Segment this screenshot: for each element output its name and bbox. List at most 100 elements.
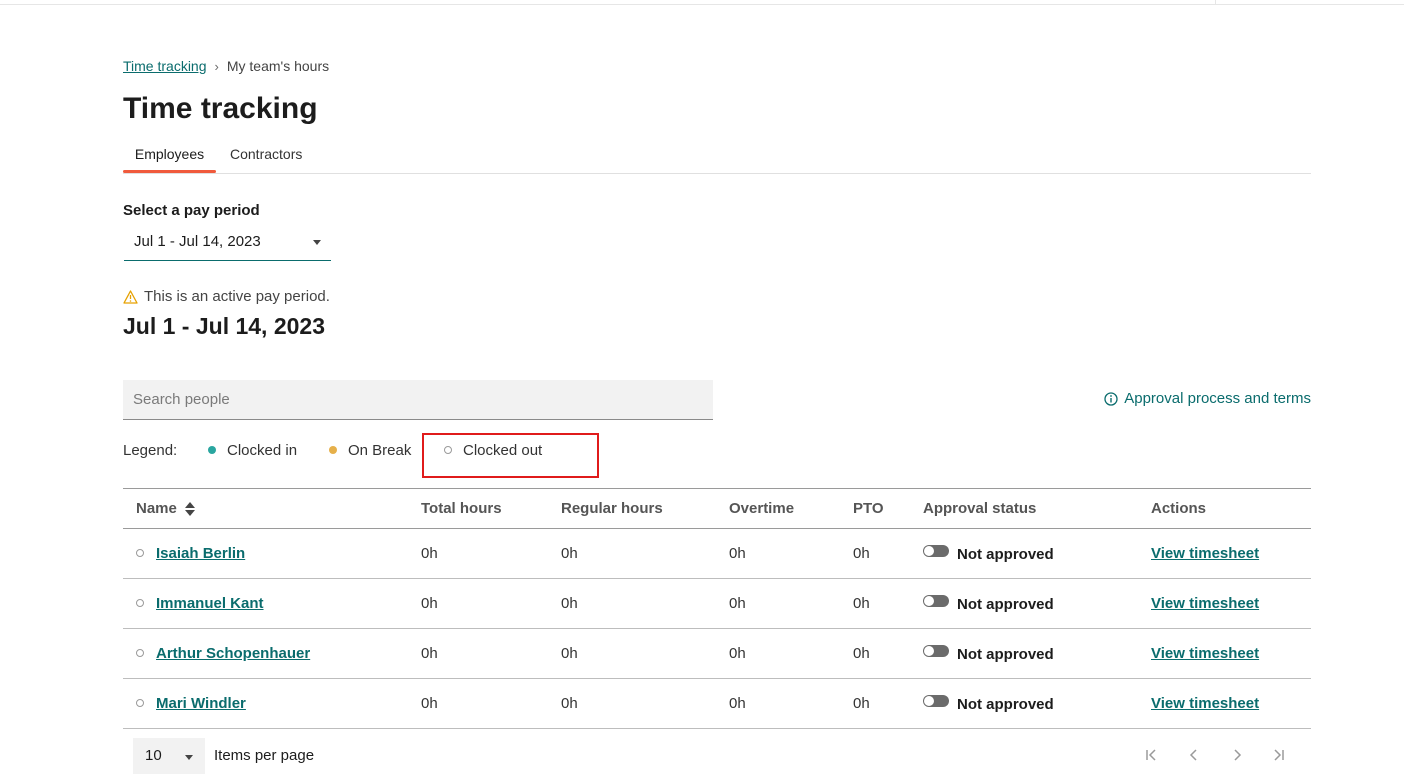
column-header-actions: Actions [1151,488,1311,529]
table-row: Mari Windler 0h 0h 0h 0h Not approved Vi… [123,678,1311,729]
regular-hours-cell: 0h [561,678,729,729]
regular-hours-cell: 0h [561,628,729,679]
items-per-page-label: Items per page [214,747,315,764]
total-hours-cell: 0h [421,628,561,679]
view-timesheet-link[interactable]: View timesheet [1151,695,1259,712]
column-header-pto: PTO [853,488,923,529]
actions-cell: View timesheet [1151,678,1311,729]
legend-label: Legend: [123,442,178,459]
view-timesheet-link[interactable]: View timesheet [1151,545,1259,562]
name-cell: Arthur Schopenhauer [123,628,421,679]
approval-toggle[interactable] [923,644,949,657]
caret-down-icon [313,240,321,245]
caret-down-icon [185,755,193,760]
employee-name-link[interactable]: Isaiah Berlin [156,545,245,562]
highlight-box [422,433,599,478]
view-timesheet-link[interactable]: View timesheet [1151,645,1259,662]
employee-name-link[interactable]: Immanuel Kant [156,595,264,612]
tab-contractors-label: Contractors [230,146,303,162]
table-row: Immanuel Kant 0h 0h 0h 0h Not approved V… [123,578,1311,629]
approval-toggle[interactable] [923,594,949,607]
approval-cell: Not approved [923,578,1151,629]
approval-process-link[interactable]: Approval process and terms [1104,390,1311,407]
column-header-overtime: Overtime [729,488,853,529]
clocked-out-dot-icon [136,649,144,657]
first-page-icon[interactable] [1144,748,1158,767]
name-cell: Isaiah Berlin [123,528,421,579]
breadcrumb: Time tracking › My team's hours [123,58,329,74]
page-title: Time tracking [123,92,318,125]
pagination-bar: 10 Items per page [123,738,1311,774]
last-page-icon[interactable] [1272,748,1286,767]
pto-cell: 0h [853,578,923,629]
column-header-approval-status: Approval status [923,488,1151,529]
employee-name-link[interactable]: Arthur Schopenhauer [156,645,310,662]
approval-status-text: Not approved [957,695,1054,713]
overtime-cell: 0h [729,628,853,679]
regular-hours-cell: 0h [561,528,729,579]
approval-status-text: Not approved [957,545,1054,563]
on-break-dot-icon [329,446,337,454]
legend-on-break-label: On Break [348,442,412,459]
breadcrumb-chevron-icon: › [214,58,219,74]
column-header-name-label: Name [136,500,177,517]
approval-toggle[interactable] [923,544,949,557]
total-hours-cell: 0h [421,528,561,579]
clocked-out-dot-icon [136,699,144,707]
approval-toggle[interactable] [923,694,949,707]
tab-employees[interactable]: Employees [123,146,216,173]
approval-cell: Not approved [923,678,1151,729]
table-row: Isaiah Berlin 0h 0h 0h 0h Not approved V… [123,528,1311,579]
approval-cell: Not approved [923,528,1151,579]
actions-cell: View timesheet [1151,628,1311,679]
regular-hours-cell: 0h [561,578,729,629]
column-header-name[interactable]: Name [123,488,421,529]
actions-cell: View timesheet [1151,528,1311,579]
overtime-cell: 0h [729,678,853,729]
previous-page-icon[interactable] [1187,748,1201,767]
breadcrumb-current: My team's hours [226,58,330,74]
next-page-icon[interactable] [1230,748,1244,767]
name-cell: Mari Windler [123,678,421,729]
clocked-in-dot-icon [208,446,216,454]
items-per-page-value: 10 [145,747,162,764]
warning-icon [123,289,138,304]
column-header-regular-hours: Regular hours [561,488,729,529]
active-period-notice: This is an active pay period. [123,288,330,305]
breadcrumb-time-tracking-link[interactable]: Time tracking [123,58,207,74]
approval-status-text: Not approved [957,645,1054,663]
clocked-out-dot-icon [136,549,144,557]
pay-period-selected-value: Jul 1 - Jul 14, 2023 [134,233,261,250]
employee-name-link[interactable]: Mari Windler [156,695,246,712]
tab-bar: Employees Contractors [123,140,1311,174]
total-hours-cell: 0h [421,578,561,629]
approval-process-link-text: Approval process and terms [1124,390,1311,407]
pto-cell: 0h [853,528,923,579]
active-period-notice-text: This is an active pay period. [144,288,330,305]
table-row: Arthur Schopenhauer 0h 0h 0h 0h Not appr… [123,628,1311,679]
pto-cell: 0h [853,628,923,679]
top-divider-tick [1215,0,1216,4]
actions-cell: View timesheet [1151,578,1311,629]
pay-period-heading: Jul 1 - Jul 14, 2023 [123,313,326,339]
top-divider [0,4,1404,5]
total-hours-cell: 0h [421,678,561,729]
employee-hours-table: Name Total hours Regular hours Overtime … [123,488,1311,729]
pay-period-select[interactable]: Jul 1 - Jul 14, 2023 [124,224,331,261]
overtime-cell: 0h [729,578,853,629]
search-people-input[interactable] [123,380,713,420]
table-header-row: Name Total hours Regular hours Overtime … [123,488,1311,529]
column-header-total-hours: Total hours [421,488,561,529]
info-icon [1104,391,1118,406]
approval-cell: Not approved [923,628,1151,679]
items-per-page-select[interactable]: 10 [133,738,205,774]
name-cell: Immanuel Kant [123,578,421,629]
approval-status-text: Not approved [957,595,1054,613]
legend-clocked-in-label: Clocked in [227,442,298,459]
legend-item-clocked-in: Clocked in [208,442,297,459]
active-tab-indicator [123,170,216,173]
sort-icon [184,502,195,517]
clocked-out-dot-icon [136,599,144,607]
tab-contractors[interactable]: Contractors [230,146,302,162]
view-timesheet-link[interactable]: View timesheet [1151,595,1259,612]
